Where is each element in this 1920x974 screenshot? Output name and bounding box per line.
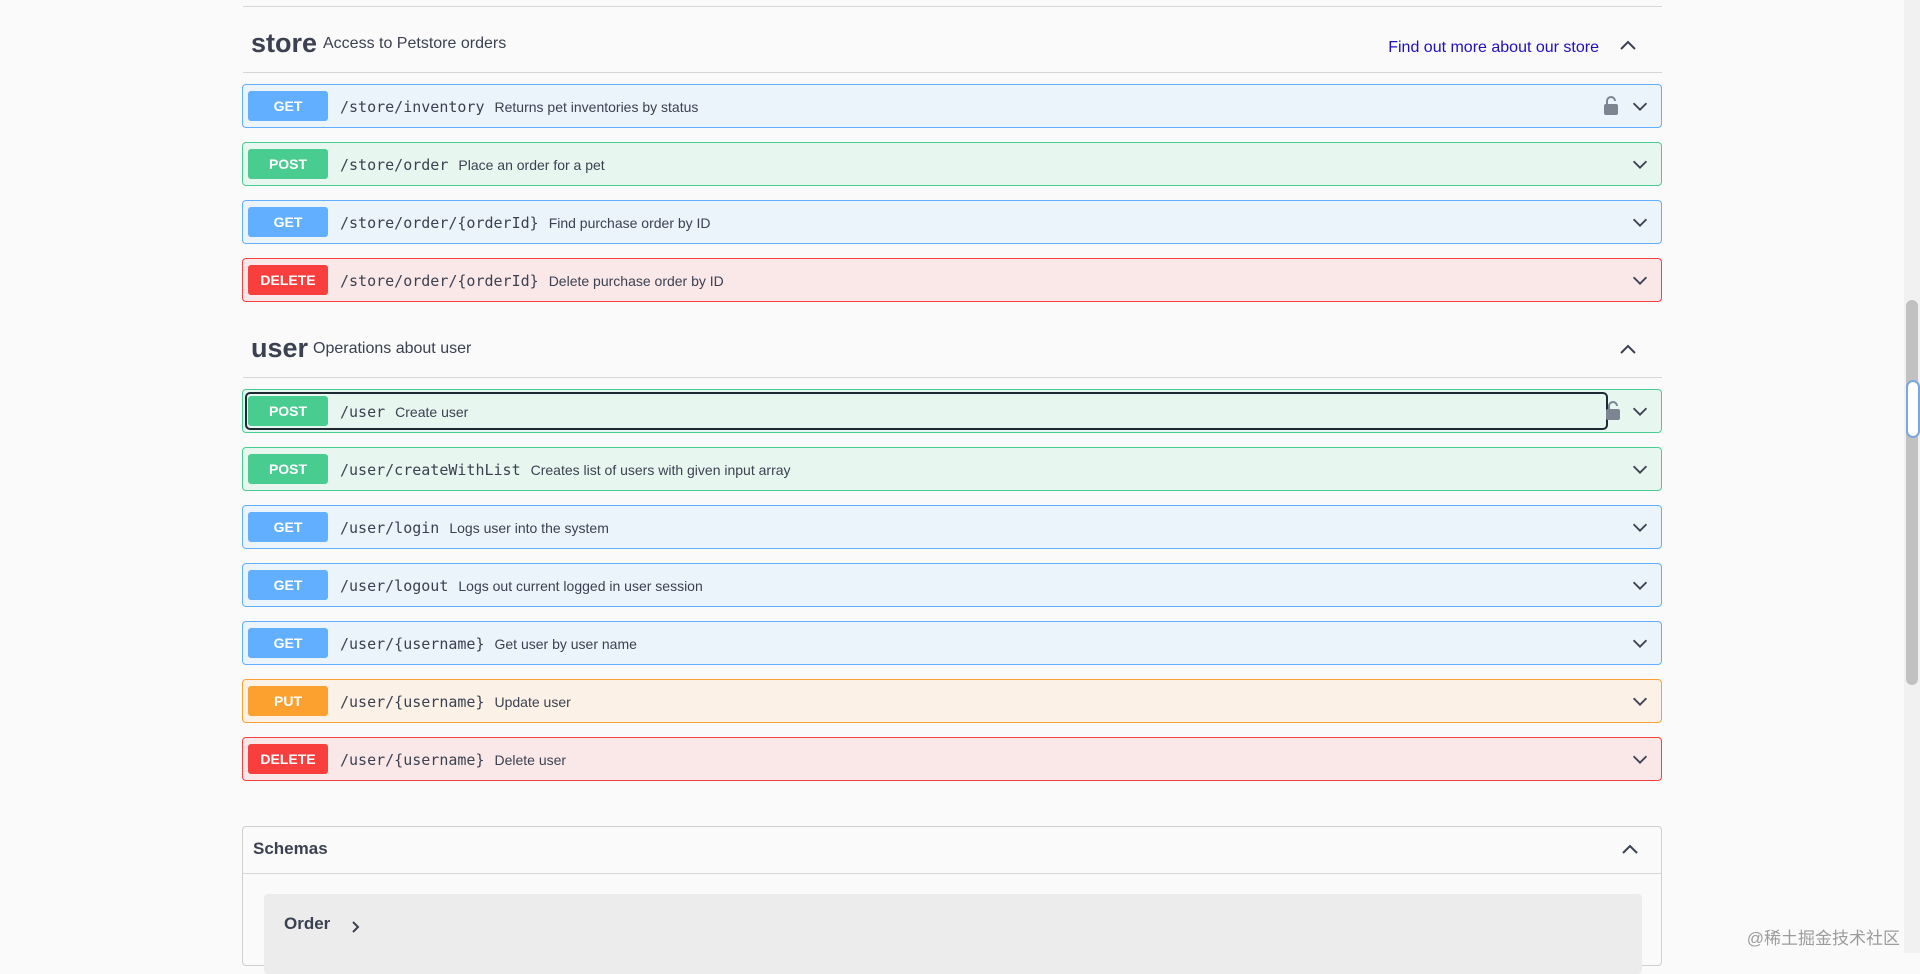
operation-summary: Logs out current logged in user session bbox=[458, 578, 703, 594]
lock-icon[interactable] bbox=[1605, 401, 1621, 421]
schemas-section: Schemas Order bbox=[242, 826, 1662, 974]
method-badge: POST bbox=[248, 149, 328, 179]
tag-description: Access to Petstore orders bbox=[323, 35, 507, 52]
method-badge: POST bbox=[248, 454, 328, 484]
operation-path: /user/createWithList bbox=[340, 461, 521, 479]
path-row: /user Create user bbox=[340, 403, 468, 421]
path-row: /user/{username} Delete user bbox=[340, 751, 566, 769]
operation-summary: Update user bbox=[494, 694, 571, 710]
tag-title: user bbox=[251, 333, 309, 363]
chevron-down-icon[interactable] bbox=[1629, 400, 1651, 422]
chevron-up-icon[interactable] bbox=[1618, 838, 1642, 862]
chevron-down-icon[interactable] bbox=[1629, 269, 1651, 291]
method-badge: GET bbox=[248, 512, 328, 542]
operation-path: /store/order/{orderId} bbox=[340, 214, 539, 232]
chevron-down-icon[interactable] bbox=[1629, 211, 1651, 233]
path-row: /store/order/{orderId} Find purchase orde… bbox=[340, 214, 711, 232]
operation-store-order-delete[interactable]: DELETE /store/order/{orderId} Delete purc… bbox=[242, 258, 1662, 302]
chevron-up-icon[interactable] bbox=[1616, 34, 1640, 58]
operation-path: /user/login bbox=[340, 519, 440, 537]
operation-path: /user bbox=[340, 403, 386, 421]
chevron-down-icon[interactable] bbox=[1629, 748, 1651, 770]
operation-path: /user/{username} bbox=[340, 751, 485, 769]
tag-header-store[interactable]: store Access to Petstore orders Find out… bbox=[243, 18, 1662, 73]
chevron-down-icon[interactable] bbox=[1629, 690, 1651, 712]
path-row: /user/login Logs user into the system bbox=[340, 519, 609, 537]
vertical-scrollbar[interactable] bbox=[1904, 0, 1920, 953]
scrollbar-focus-handle[interactable] bbox=[1906, 380, 1920, 438]
operation-store-inventory[interactable]: GET /store/inventory Returns pet inventor… bbox=[242, 84, 1662, 128]
operation-summary: Find purchase order by ID bbox=[548, 215, 711, 231]
chevron-down-icon[interactable] bbox=[1629, 632, 1651, 654]
path-row: /user/{username} Update user bbox=[340, 693, 571, 711]
path-row: /store/order Place an order for a pet bbox=[340, 156, 605, 174]
operation-summary: Place an order for a pet bbox=[458, 157, 605, 173]
operation-user-create-with-list[interactable]: POST /user/createWithList Creates list of… bbox=[242, 447, 1662, 491]
operation-path: /store/order bbox=[340, 156, 449, 174]
chevron-right-icon[interactable] bbox=[347, 918, 365, 936]
method-badge: GET bbox=[248, 91, 328, 121]
chevron-down-icon[interactable] bbox=[1629, 95, 1651, 117]
chevron-up-icon[interactable] bbox=[1616, 338, 1640, 362]
operation-summary: Get user by user name bbox=[494, 636, 637, 652]
operation-user-get[interactable]: GET /user/{username} Get user by user nam… bbox=[242, 621, 1662, 665]
path-row: /user/logout Logs out current logged in u… bbox=[340, 577, 703, 595]
top-divider bbox=[243, 6, 1662, 7]
tag-header-user[interactable]: user Operations about user bbox=[243, 323, 1662, 378]
chevron-down-icon[interactable] bbox=[1629, 574, 1651, 596]
schemas-title: Schemas bbox=[253, 839, 328, 858]
method-badge: GET bbox=[248, 207, 328, 237]
watermark: @稀土掘金技术社区 bbox=[1746, 929, 1900, 948]
operation-user-delete[interactable]: DELETE /user/{username} Delete user bbox=[242, 737, 1662, 781]
operation-path: /user/logout bbox=[340, 577, 449, 595]
scrollbar-thumb[interactable] bbox=[1906, 300, 1918, 685]
operation-path: /user/{username} bbox=[340, 693, 485, 711]
operation-user-logout[interactable]: GET /user/logout Logs out current logged … bbox=[242, 563, 1662, 607]
operation-path: /user/{username} bbox=[340, 635, 485, 653]
method-badge: DELETE bbox=[248, 744, 328, 774]
method-badge: GET bbox=[248, 628, 328, 658]
method-badge: POST bbox=[248, 396, 328, 426]
chevron-down-icon[interactable] bbox=[1629, 458, 1651, 480]
method-badge: PUT bbox=[248, 686, 328, 716]
tag-title: store bbox=[251, 28, 318, 58]
operation-path: /store/order/{orderId} bbox=[340, 272, 539, 290]
method-badge: GET bbox=[248, 570, 328, 600]
operation-summary: Creates list of users with given input a… bbox=[530, 462, 791, 478]
path-row: /user/{username} Get user by user name bbox=[340, 635, 637, 653]
operation-user-login[interactable]: GET /user/login Logs user into the system bbox=[242, 505, 1662, 549]
operation-summary: Returns pet inventories by status bbox=[494, 99, 699, 115]
operation-summary: Create user bbox=[395, 404, 469, 420]
operation-store-order-get[interactable]: GET /store/order/{orderId} Find purchase … bbox=[242, 200, 1662, 244]
operation-summary: Logs user into the system bbox=[449, 520, 609, 536]
method-badge: DELETE bbox=[248, 265, 328, 295]
operation-summary: Delete user bbox=[494, 752, 567, 768]
operation-user-create[interactable]: POST /user Create user bbox=[242, 389, 1662, 433]
schemas-header[interactable]: Schemas bbox=[243, 827, 1661, 874]
path-row: /store/inventory Returns pet inventories … bbox=[340, 98, 698, 116]
model-order[interactable]: Order bbox=[264, 894, 1642, 974]
operation-summary: Delete purchase order by ID bbox=[548, 273, 724, 289]
store-external-docs-link[interactable]: Find out more about our store bbox=[1388, 39, 1599, 57]
operation-path: /store/inventory bbox=[340, 98, 485, 116]
path-row: /store/order/{orderId} Delete purchase or… bbox=[340, 272, 724, 290]
chevron-down-icon[interactable] bbox=[1629, 153, 1651, 175]
operation-store-order-post[interactable]: POST /store/order Place an order for a pe… bbox=[242, 142, 1662, 186]
model-name: Order bbox=[284, 914, 331, 933]
path-row: /user/createWithList Creates list of user… bbox=[340, 461, 791, 479]
chevron-down-icon[interactable] bbox=[1629, 516, 1651, 538]
lock-icon[interactable] bbox=[1603, 96, 1619, 116]
operation-user-update[interactable]: PUT /user/{username} Update user bbox=[242, 679, 1662, 723]
tag-description: Operations about user bbox=[313, 340, 472, 357]
